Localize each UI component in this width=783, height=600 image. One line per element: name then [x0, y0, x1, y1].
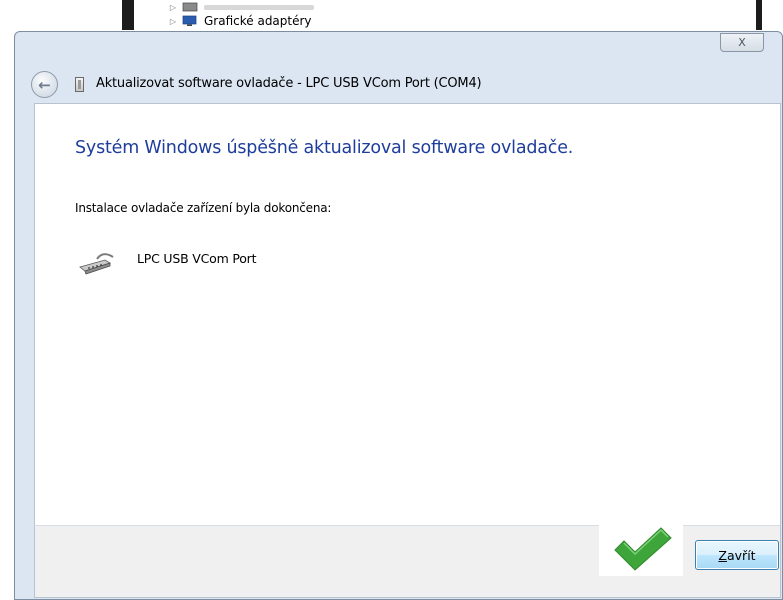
back-arrow-icon: ←: [38, 75, 51, 94]
expand-arrow-icon[interactable]: ▷: [168, 17, 178, 26]
content-panel: Systém Windows úspěšně aktualizoval soft…: [34, 103, 781, 525]
device-name: LPC USB VCom Port: [137, 251, 257, 266]
dialog-footer: Zavřít: [34, 522, 781, 598]
window-close-button[interactable]: X: [720, 33, 764, 52]
close-button[interactable]: Zavřít: [695, 540, 779, 570]
status-text: Instalace ovladače zařízení byla dokonče…: [75, 201, 332, 215]
device-icon: [75, 77, 84, 92]
page-heading: Systém Windows úspěšně aktualizoval soft…: [75, 138, 574, 158]
serial-port-icon: [79, 253, 114, 275]
dialog-header: ← Aktualizovat software ovladače - LPC U…: [15, 64, 782, 104]
tree-item-label: Grafické adaptéry: [204, 14, 312, 28]
expand-arrow-icon[interactable]: ▷: [168, 3, 178, 12]
background-window-edge: [122, 0, 134, 30]
dialog-title: Aktualizovat software ovladače - LPC USB…: [96, 76, 482, 91]
background-window-edge: [756, 0, 762, 30]
close-button-mnemonic: Z: [718, 547, 727, 563]
driver-update-dialog: X ← Aktualizovat software ovladače - LPC…: [14, 31, 783, 600]
close-button-label: avřít: [727, 547, 756, 563]
success-indicator: [599, 522, 683, 576]
monitor-icon: [182, 15, 197, 26]
tree-item-display-adapters[interactable]: ▷ Grafické adaptéry: [168, 14, 468, 28]
back-button[interactable]: ←: [31, 71, 58, 98]
tree-item-label: [204, 4, 314, 10]
tree-item-disk-drives[interactable]: ▷: [168, 0, 468, 14]
checkmark-icon: [614, 527, 672, 571]
close-icon: X: [738, 36, 746, 49]
drive-icon: [182, 2, 198, 12]
